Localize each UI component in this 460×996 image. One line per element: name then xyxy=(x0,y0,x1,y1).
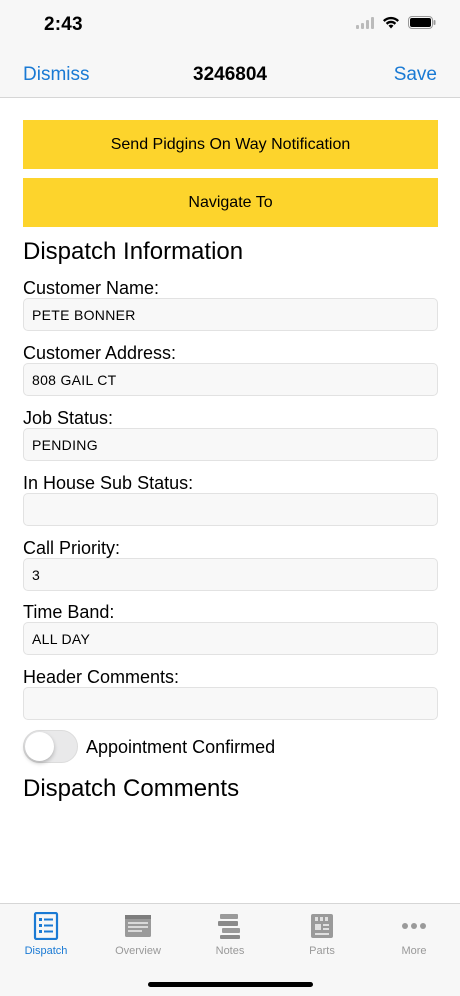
status-icons xyxy=(356,16,436,29)
appointment-confirmed-label: Appointment Confirmed xyxy=(86,737,276,757)
customer-name-label: Customer Name: xyxy=(23,278,160,298)
dispatch-information-heading: Dispatch Information xyxy=(23,238,244,265)
time-band-field[interactable]: ALL DAY xyxy=(23,622,438,655)
tab-more[interactable]: More xyxy=(368,904,460,964)
header-comments-field[interactable] xyxy=(23,687,438,720)
tab-dispatch[interactable]: Dispatch xyxy=(0,904,92,964)
tab-overview[interactable]: Overview xyxy=(92,904,184,964)
tab-parts[interactable]: Parts xyxy=(276,904,368,964)
nav-bar: Dismiss 3246804 Save xyxy=(0,50,460,98)
in-house-sub-status-field[interactable] xyxy=(23,493,438,526)
customer-address-label: Customer Address: xyxy=(23,343,177,363)
notes-icon xyxy=(218,914,240,939)
navigate-to-button[interactable]: Navigate To xyxy=(23,178,438,227)
header-comments-label: Header Comments: xyxy=(23,667,180,687)
tab-overview-label: Overview xyxy=(115,945,161,957)
job-status-value: PENDING xyxy=(32,436,98,453)
overview-icon xyxy=(125,915,151,937)
dismiss-button[interactable]: Dismiss xyxy=(23,64,90,86)
save-button[interactable]: Save xyxy=(394,64,437,86)
home-indicator xyxy=(148,982,313,987)
call-priority-value: 3 xyxy=(32,566,41,583)
tab-dispatch-label: Dispatch xyxy=(24,945,68,957)
call-priority-label: Call Priority: xyxy=(23,538,121,558)
time-band-value: ALL DAY xyxy=(32,630,91,647)
parts-icon xyxy=(311,914,333,938)
call-priority-field[interactable]: 3 xyxy=(23,558,438,591)
appointment-confirmed-toggle[interactable] xyxy=(23,730,78,763)
tab-notes-label: Notes xyxy=(215,945,245,957)
job-status-label: Job Status: xyxy=(23,408,114,428)
customer-address-field[interactable]: 808 GAIL CT xyxy=(23,363,438,396)
wifi-icon xyxy=(383,16,399,29)
customer-name-field[interactable]: PETE BONNER xyxy=(23,298,438,331)
time-band-label: Time Band: xyxy=(23,602,115,622)
customer-name-value: PETE BONNER xyxy=(32,306,136,323)
dispatch-icon xyxy=(33,912,59,940)
tab-more-label: More xyxy=(401,945,427,957)
battery-icon xyxy=(408,16,436,29)
dispatch-comments-heading: Dispatch Comments xyxy=(23,775,240,802)
send-notification-button[interactable]: Send Pidgins On Way Notification xyxy=(23,120,438,169)
toggle-knob xyxy=(25,732,54,761)
signal-icon xyxy=(356,16,374,29)
job-status-field[interactable]: PENDING xyxy=(23,428,438,461)
in-house-sub-status-label: In House Sub Status: xyxy=(23,473,194,493)
more-icon xyxy=(402,923,426,929)
tab-notes[interactable]: Notes xyxy=(184,904,276,964)
status-time: 2:43 xyxy=(44,14,83,35)
status-bar: 2:43 xyxy=(0,0,460,50)
tab-parts-label: Parts xyxy=(309,945,335,957)
customer-address-value: 808 GAIL CT xyxy=(32,371,117,388)
